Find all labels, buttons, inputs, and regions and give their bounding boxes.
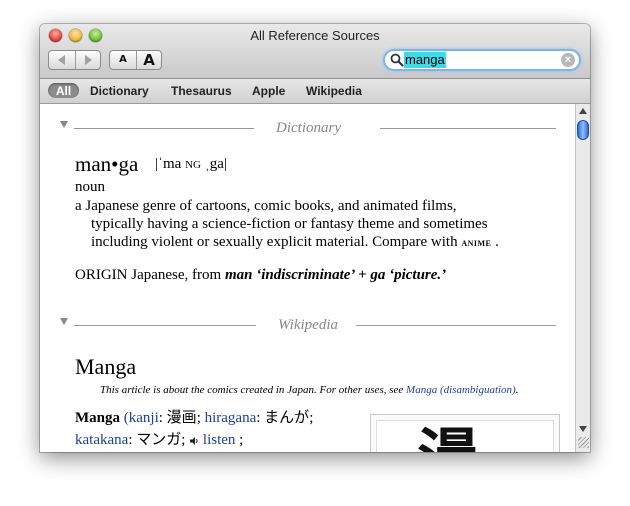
clear-icon[interactable]: ×: [561, 53, 575, 67]
scroll-down-icon[interactable]: [579, 426, 587, 432]
hatnote: This article is about the comics created…: [100, 384, 518, 396]
hiragana-link[interactable]: hiragana: [205, 410, 257, 426]
filter-apple[interactable]: Apple: [252, 83, 285, 99]
katakana-link[interactable]: katakana: [75, 432, 128, 448]
disambiguation-link[interactable]: Manga (disambiguation): [406, 384, 516, 396]
definition-line: typically having a science-fiction or fa…: [91, 216, 488, 232]
pronunciation-part: ˌga|: [204, 156, 227, 172]
origin-label: ORIGIN: [75, 267, 128, 283]
pronunciation-part: |ˈma: [155, 156, 182, 172]
etymology: ORIGIN Japanese, from man ‘indiscriminat…: [75, 267, 446, 284]
divider: [74, 325, 256, 326]
definition-text: including violent or sexually explicit m…: [91, 234, 458, 250]
vertical-scrollbar[interactable]: [575, 104, 590, 452]
history-nav: [48, 50, 101, 70]
source-filter-bar: All Dictionary Thesaurus Apple Wikipedia: [40, 79, 590, 104]
hatnote-text: This article is about the comics created…: [100, 384, 404, 396]
back-button[interactable]: [49, 51, 76, 69]
search-field[interactable]: manga ×: [383, 49, 581, 71]
article-term: Manga: [75, 410, 120, 426]
forward-arrow-icon: [85, 55, 92, 65]
article-image[interactable]: 漫: [370, 414, 560, 452]
article-intro: Manga (kanji: 漫画; hiragana: まんが; katakan…: [75, 410, 314, 448]
divider: [74, 128, 254, 129]
definition-text: .: [495, 234, 499, 250]
origin-text: Japanese, from: [131, 267, 222, 283]
search-icon: [390, 53, 404, 67]
pronunciation: |ˈma NG ˌga|: [155, 156, 227, 173]
pronunciation-ng: NG: [185, 159, 201, 171]
filter-all[interactable]: All: [48, 83, 79, 98]
dictionary-section-label: Dictionary: [276, 120, 341, 136]
definition-line: a Japanese genre of cartoons, comic book…: [75, 198, 457, 214]
kanji-value: 漫画: [166, 410, 197, 426]
divider: [380, 128, 556, 129]
wikipedia-section-header[interactable]: Wikipedia: [60, 317, 560, 333]
increase-font-button[interactable]: A: [136, 51, 162, 69]
divider: [356, 325, 556, 326]
cross-reference-link[interactable]: anime: [461, 235, 491, 249]
scroll-up-icon[interactable]: [579, 108, 587, 114]
scroll-thumb[interactable]: [577, 120, 589, 140]
filter-wikipedia[interactable]: Wikipedia: [306, 83, 362, 99]
hiragana-value: まんが: [264, 410, 310, 426]
headword: man•ga: [75, 152, 139, 176]
window-title: All Reference Sources: [250, 28, 380, 43]
filter-dictionary[interactable]: Dictionary: [90, 83, 149, 99]
listen-link[interactable]: listen: [203, 432, 236, 448]
article-title: Manga: [75, 354, 137, 379]
disclosure-triangle-icon[interactable]: [60, 318, 68, 325]
filter-thesaurus[interactable]: Thesaurus: [171, 83, 232, 99]
decrease-font-button[interactable]: A: [110, 51, 137, 69]
wikipedia-section-label: Wikipedia: [278, 317, 338, 333]
origin-etymon: man ‘indiscriminate’ + ga ‘picture.’: [224, 267, 447, 283]
hatnote-text: .: [515, 384, 519, 396]
speaker-icon[interactable]: [189, 436, 199, 446]
definition: a Japanese genre of cartoons, comic book…: [75, 197, 545, 251]
katakana-value: マンガ: [136, 432, 182, 448]
font-size-controls: A A: [109, 50, 162, 70]
title-bar: All Reference Sources A A manga ×: [40, 24, 590, 79]
definition-line: including violent or sexually explicit m…: [75, 233, 545, 251]
results-pane: Dictionary man•ga |ˈma NG ˌga| noun a Ja…: [40, 104, 575, 452]
image-glyph: 漫: [417, 427, 479, 453]
back-arrow-icon: [58, 55, 65, 65]
search-input[interactable]: manga: [404, 52, 446, 68]
part-of-speech: noun: [75, 179, 105, 195]
image-frame: 漫: [376, 420, 554, 452]
resize-grip-icon[interactable]: [578, 437, 589, 448]
app-window: All Reference Sources A A manga × All Di…: [40, 24, 590, 452]
forward-button[interactable]: [75, 51, 101, 69]
disclosure-triangle-icon[interactable]: [60, 121, 68, 128]
dictionary-section-header[interactable]: Dictionary: [60, 120, 560, 136]
kanji-link[interactable]: kanji: [129, 410, 159, 426]
